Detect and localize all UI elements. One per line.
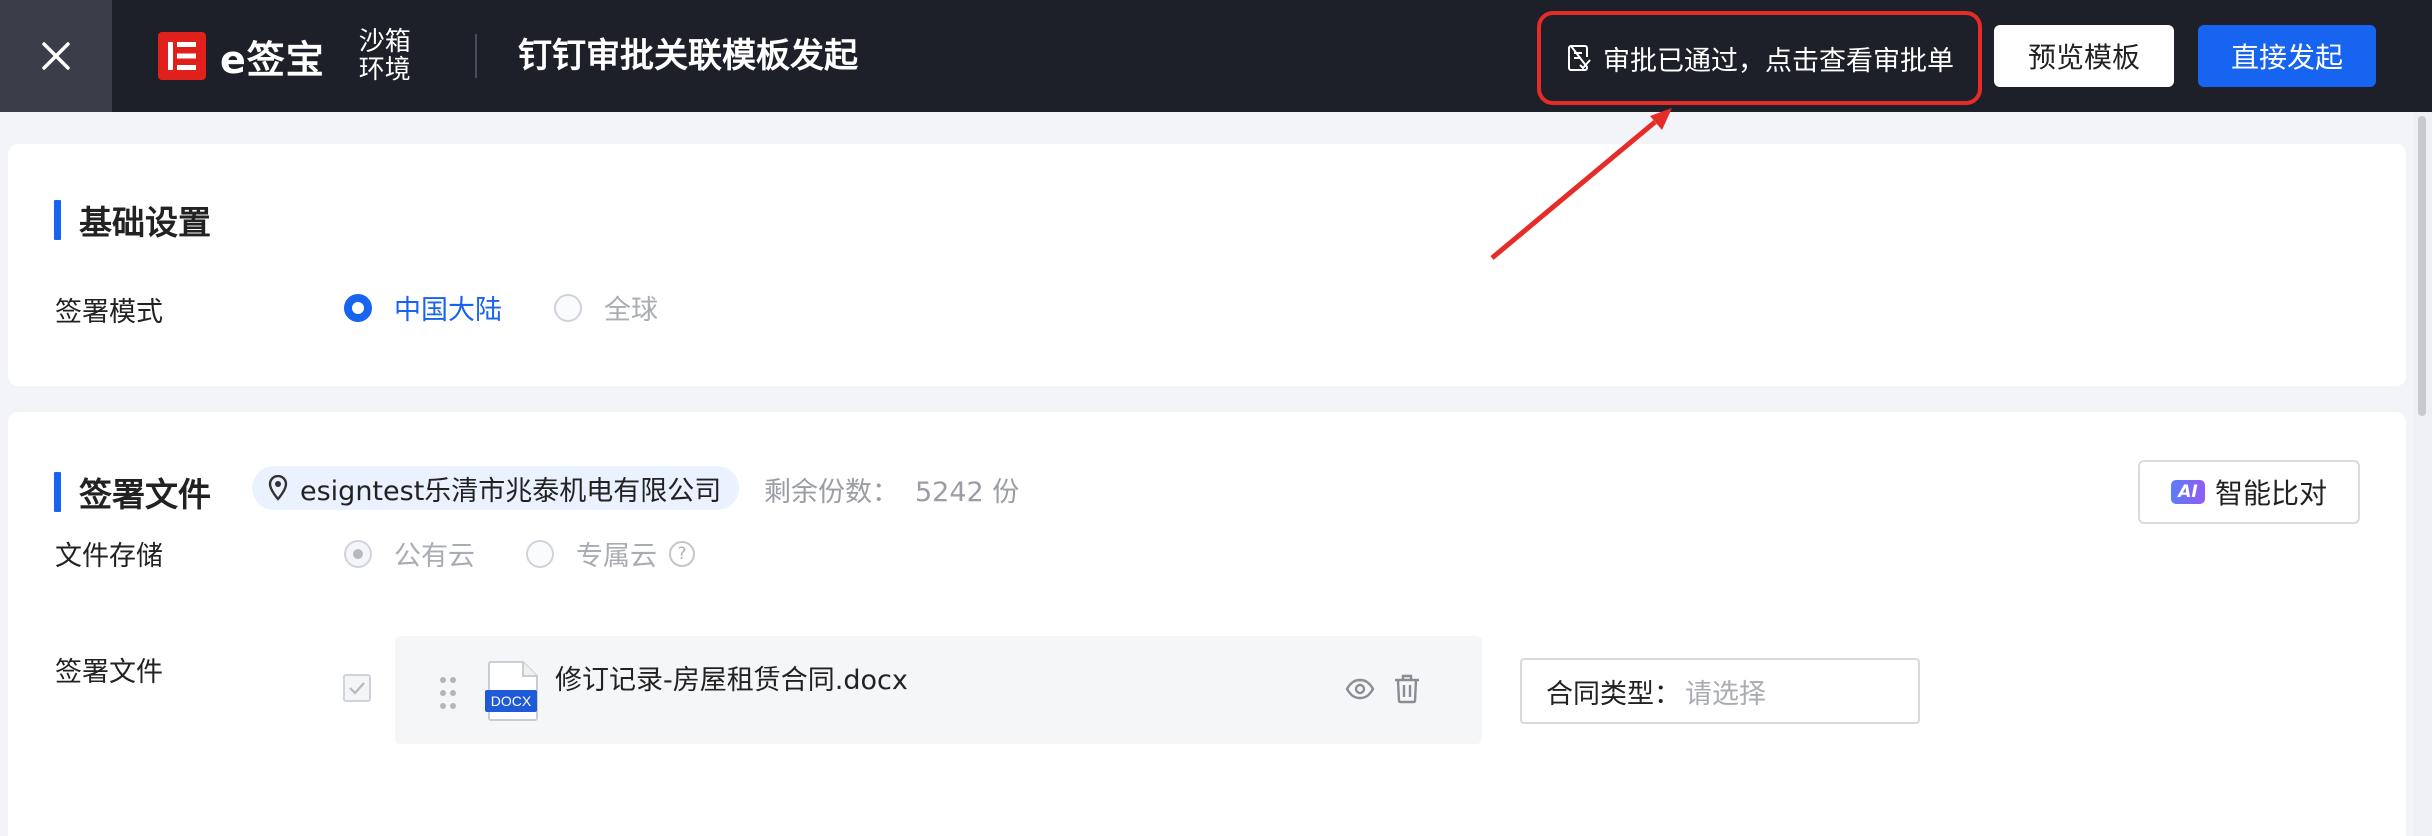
storage-label: 文件存储 xyxy=(55,541,163,572)
brand: e签宝 沙箱环境 xyxy=(158,27,419,85)
title-accent-bar xyxy=(54,472,61,512)
location-pin-icon xyxy=(268,475,288,501)
approval-doc-icon xyxy=(1568,44,1591,71)
sign-files-title: 签署文件 xyxy=(54,468,211,516)
docx-file-icon: DOCX xyxy=(485,661,538,721)
checkbox-check-icon xyxy=(349,682,365,695)
page-title: 钉钉审批关联模板发起 xyxy=(518,36,858,76)
approval-status-link[interactable]: 审批已通过，点击查看审批单 xyxy=(1537,11,1982,105)
radio-unchecked-icon xyxy=(526,539,554,568)
preview-template-button[interactable]: 预览模板 xyxy=(1994,25,2174,87)
close-button[interactable] xyxy=(0,0,112,112)
sign-mode-label: 签署模式 xyxy=(55,297,163,328)
logo-icon xyxy=(158,32,206,80)
radio-checked-icon xyxy=(344,293,372,322)
storage-option-dedicated-cloud[interactable]: 专属云 ? xyxy=(526,534,695,573)
ai-badge-icon: AI xyxy=(2170,480,2205,504)
sign-mode-option-mainland[interactable]: 中国大陆 xyxy=(344,288,502,327)
logo-text: e签宝 xyxy=(220,37,325,82)
file-checkbox[interactable] xyxy=(343,674,371,702)
close-icon xyxy=(42,42,70,70)
contract-type-select[interactable]: 合同类型： 请选择 xyxy=(1520,658,1920,724)
top-bar: e签宝 沙箱环境 钉钉审批关联模板发起 审批已通过，点击查看审批单 预览模板 直… xyxy=(0,0,2432,112)
file-row: DOCX 修订记录-房屋租赁合同.docx xyxy=(395,636,1482,744)
org-tag: esigntest乐清市兆泰机电有限公司 xyxy=(252,466,740,510)
sign-mode-option-global[interactable]: 全球 xyxy=(554,288,658,327)
drag-handle-icon[interactable] xyxy=(439,676,457,710)
trash-icon[interactable] xyxy=(1393,674,1421,704)
sign-files-card: 签署文件 esigntest乐清市兆泰机电有限公司 剩余份数： 5242 份 AI… xyxy=(8,412,2406,836)
title-divider xyxy=(475,34,477,78)
file-name: 修订记录-房屋租赁合同.docx xyxy=(555,665,908,696)
ai-compare-button[interactable]: AI 智能比对 xyxy=(2138,460,2360,524)
files-label: 签署文件 xyxy=(55,657,163,688)
docx-icon-label: DOCX xyxy=(491,693,532,709)
storage-option-public-cloud[interactable]: 公有云 xyxy=(344,534,475,573)
remaining-count: 剩余份数： 5242 份 xyxy=(764,477,1020,508)
eye-icon[interactable] xyxy=(1345,674,1375,704)
env-label: 沙箱环境 xyxy=(358,27,411,85)
launch-button[interactable]: 直接发起 xyxy=(2198,25,2376,87)
radio-checked-disabled-icon xyxy=(344,539,372,568)
basic-settings-title: 基础设置 xyxy=(54,196,211,244)
title-accent-bar xyxy=(54,200,61,240)
basic-settings-card: 基础设置 签署模式 中国大陆 全球 xyxy=(8,144,2406,386)
help-icon[interactable]: ? xyxy=(669,540,695,567)
scrollbar-thumb[interactable] xyxy=(2418,116,2426,416)
radio-unchecked-icon xyxy=(554,293,582,322)
approval-status-text: 审批已通过，点击查看审批单 xyxy=(1603,45,1954,77)
